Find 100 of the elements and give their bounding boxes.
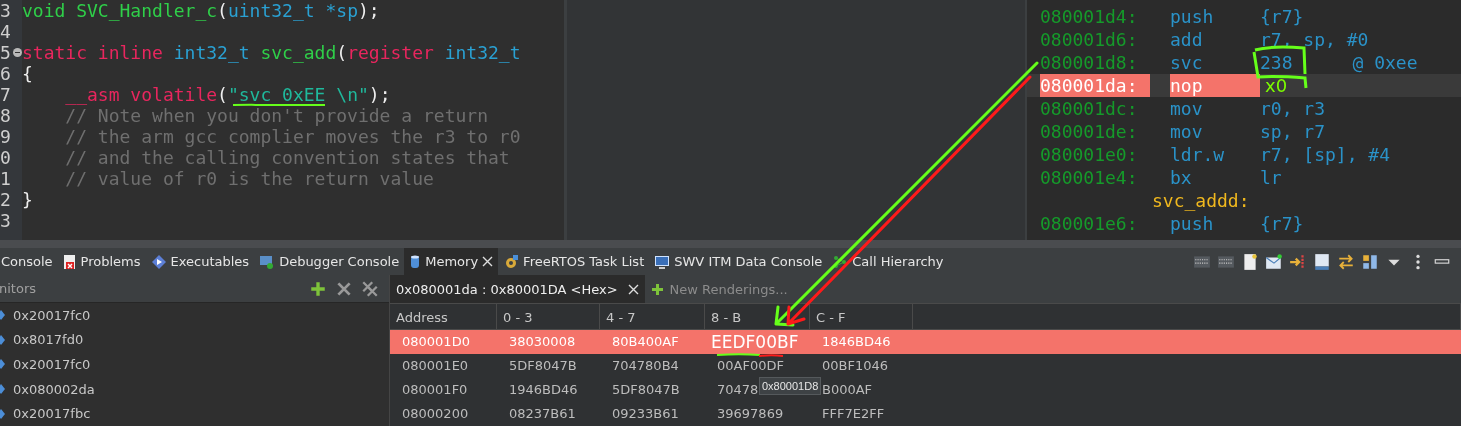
line-number: 9	[0, 126, 11, 147]
plus-icon[interactable]	[309, 279, 327, 298]
close-icon[interactable]	[482, 256, 494, 267]
code-line: static inline int32_t svc_add(register int32_t	[22, 42, 521, 63]
view-tab[interactable]: Debugger Console	[254, 248, 405, 275]
line-number: 1	[0, 168, 11, 189]
table-cell-text: 00AF00DF	[716, 358, 784, 374]
instruction-mnemonic: svc	[1170, 51, 1204, 74]
monitor-item[interactable]: 0x20017fc0	[0, 303, 389, 328]
column-header: 0 - 3	[497, 303, 600, 330]
view-tab[interactable]: Problems	[57, 248, 146, 275]
view-tab[interactable]: Memory	[404, 248, 499, 275]
monitor-item[interactable]: 0x8017fd0	[0, 327, 389, 353]
code-line: // value of r0 is the return value	[64, 168, 434, 189]
line-number: 6	[0, 63, 11, 84]
table-cell-text: 5DF8047B	[611, 382, 680, 398]
instruction-address: 080001dc:	[1040, 97, 1139, 120]
gear-icon	[503, 253, 520, 270]
instruction-mnemonic: bx	[1170, 166, 1193, 189]
panel-title: nitors	[0, 281, 37, 296]
view-tab[interactable]: Executables	[145, 248, 255, 275]
instruction-operands: lr	[1260, 166, 1282, 189]
instruction-comment: @ 0xee	[1352, 51, 1418, 74]
instruction-operands: sp, r7	[1260, 120, 1326, 143]
collapse-icon[interactable]	[13, 48, 22, 57]
monitor-icon	[654, 253, 671, 270]
column-header: C - F	[810, 303, 913, 330]
table-cell: 38030008	[497, 330, 600, 354]
instruction-address: 080001da:	[1040, 74, 1150, 97]
instruction-address: 080001e4:	[1040, 166, 1139, 189]
code-line: // the arm gcc complier moves the r3 to r0	[64, 126, 521, 147]
view-tab[interactable]: Call Hierarchy	[827, 248, 949, 275]
instruction-mnemonic: nop	[1170, 74, 1260, 97]
table-cell-text: 00BF1046	[821, 358, 889, 374]
table-cell: 080001D0	[390, 330, 497, 354]
book-icon[interactable]	[1313, 252, 1331, 271]
instruction-address: 080001e0:	[1040, 143, 1139, 166]
code-line: // Note when you don't provide a return	[64, 105, 488, 126]
line-number: 0	[0, 147, 11, 168]
play-icon	[150, 253, 167, 270]
remove-all-icon[interactable]	[361, 279, 379, 298]
instruction-mnemonic: mov	[1170, 97, 1204, 120]
table-cell-text: 39697869	[716, 406, 784, 422]
monitor-item[interactable]: 0x20017fc0	[0, 352, 389, 377]
instruction-operands: 238	[1260, 51, 1293, 74]
instruction-mnemonic: add	[1170, 28, 1204, 51]
document-icon[interactable]	[1241, 252, 1259, 271]
instruction-address: 080001de:	[1040, 120, 1139, 143]
close-icon[interactable]	[627, 283, 639, 295]
table-cell-text: 704780B4	[611, 358, 679, 374]
table-cell-text: 080001F0	[401, 382, 468, 398]
monitor-item[interactable]: 0x20017fbc	[0, 401, 389, 426]
column-header: 4 - 7	[600, 303, 705, 330]
view-tab[interactable]: Console	[0, 248, 58, 275]
code-line: void SVC_Handler_c(uint32_t *sp);	[22, 0, 380, 21]
rendering-tab[interactable]: 0x080001da : 0x80001DA <Hex>	[390, 275, 645, 303]
table-cell: 80B400AF	[600, 330, 705, 354]
instruction-address: 080001d6:	[1040, 28, 1139, 51]
instruction-mnemonic: ldr.w	[1170, 143, 1226, 166]
instruction-mnemonic: push	[1170, 5, 1215, 28]
line-number: 3	[0, 0, 11, 21]
code-line: // and the calling convention states that	[64, 147, 510, 168]
instruction-address: 080001d8:	[1040, 51, 1139, 74]
table-cell: 1846BD46	[810, 330, 913, 354]
columns-icon[interactable]	[1361, 252, 1379, 271]
cylinder-icon	[409, 253, 422, 270]
document-error-icon	[62, 253, 77, 270]
monitor-item[interactable]: 0x080002da	[0, 376, 389, 402]
arrow-icon[interactable]	[1289, 252, 1307, 271]
annotation-note: x0	[1265, 75, 1288, 96]
table-cell-text: 1946BD46	[508, 382, 578, 398]
swap-icon[interactable]	[1337, 252, 1355, 271]
line-number: 2	[0, 189, 11, 210]
line-number: 4	[0, 21, 11, 42]
instruction-operands: {r7}	[1260, 212, 1304, 235]
instruction-operands: {r7}	[1260, 5, 1304, 28]
instruction-address: 080001e6:	[1040, 212, 1139, 235]
code-line: __asm volatile("svc 0xEE \n");	[64, 84, 391, 105]
table-cell-text: FFF7E2FF	[821, 406, 885, 422]
table-cell-text: 080001E0	[401, 358, 469, 374]
function-label: svc_addd:	[1151, 189, 1251, 212]
line-number: 7	[0, 84, 11, 105]
table-cell-text: 5DF8047B	[508, 358, 577, 374]
code-line: {	[22, 63, 33, 84]
line-number: 8	[0, 105, 11, 126]
view-tab[interactable]: SWV ITM Data Console	[649, 248, 828, 275]
envelope-icon[interactable]	[1265, 252, 1283, 271]
plus-icon	[650, 282, 664, 296]
table-cell-text: 08000200	[401, 406, 469, 422]
table-cell-text: 70478	[716, 382, 759, 398]
monitor-icon	[259, 253, 276, 270]
instruction-operands: r7, [sp], #4	[1260, 143, 1391, 166]
instruction-operands: r0, r3	[1260, 97, 1326, 120]
view-tab[interactable]: FreeRTOS Task List	[498, 248, 650, 275]
table-cell-text: 08237B61	[508, 406, 576, 422]
line-number: 5	[0, 42, 11, 63]
hierarchy-icon	[832, 253, 849, 270]
instruction-mnemonic: push	[1170, 212, 1215, 235]
tooltip: 0x80001D8	[759, 377, 822, 395]
code-line: }	[22, 189, 33, 210]
